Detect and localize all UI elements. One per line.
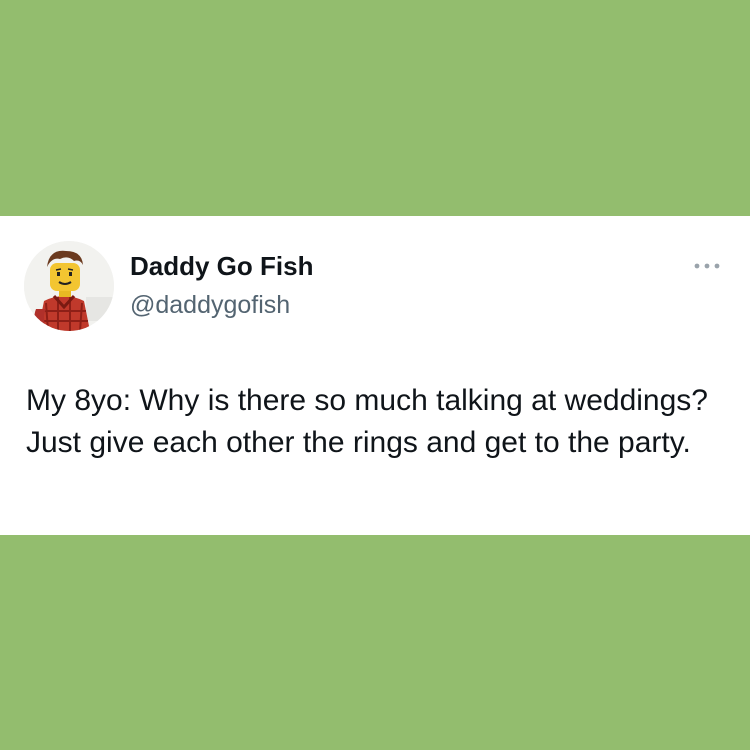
lego-minifigure-avatar-icon xyxy=(24,241,114,331)
more-options-button[interactable] xyxy=(690,256,724,276)
display-name[interactable]: Daddy Go Fish xyxy=(130,251,313,282)
more-options-icon xyxy=(694,263,720,269)
tweet-text: My 8yo: Why is there so much talking at … xyxy=(26,384,708,459)
avatar[interactable] xyxy=(24,241,114,331)
tweet-card: Daddy Go Fish @daddygofish My 8yo: Why i… xyxy=(0,216,750,535)
user-handle[interactable]: @daddygofish xyxy=(130,291,290,320)
